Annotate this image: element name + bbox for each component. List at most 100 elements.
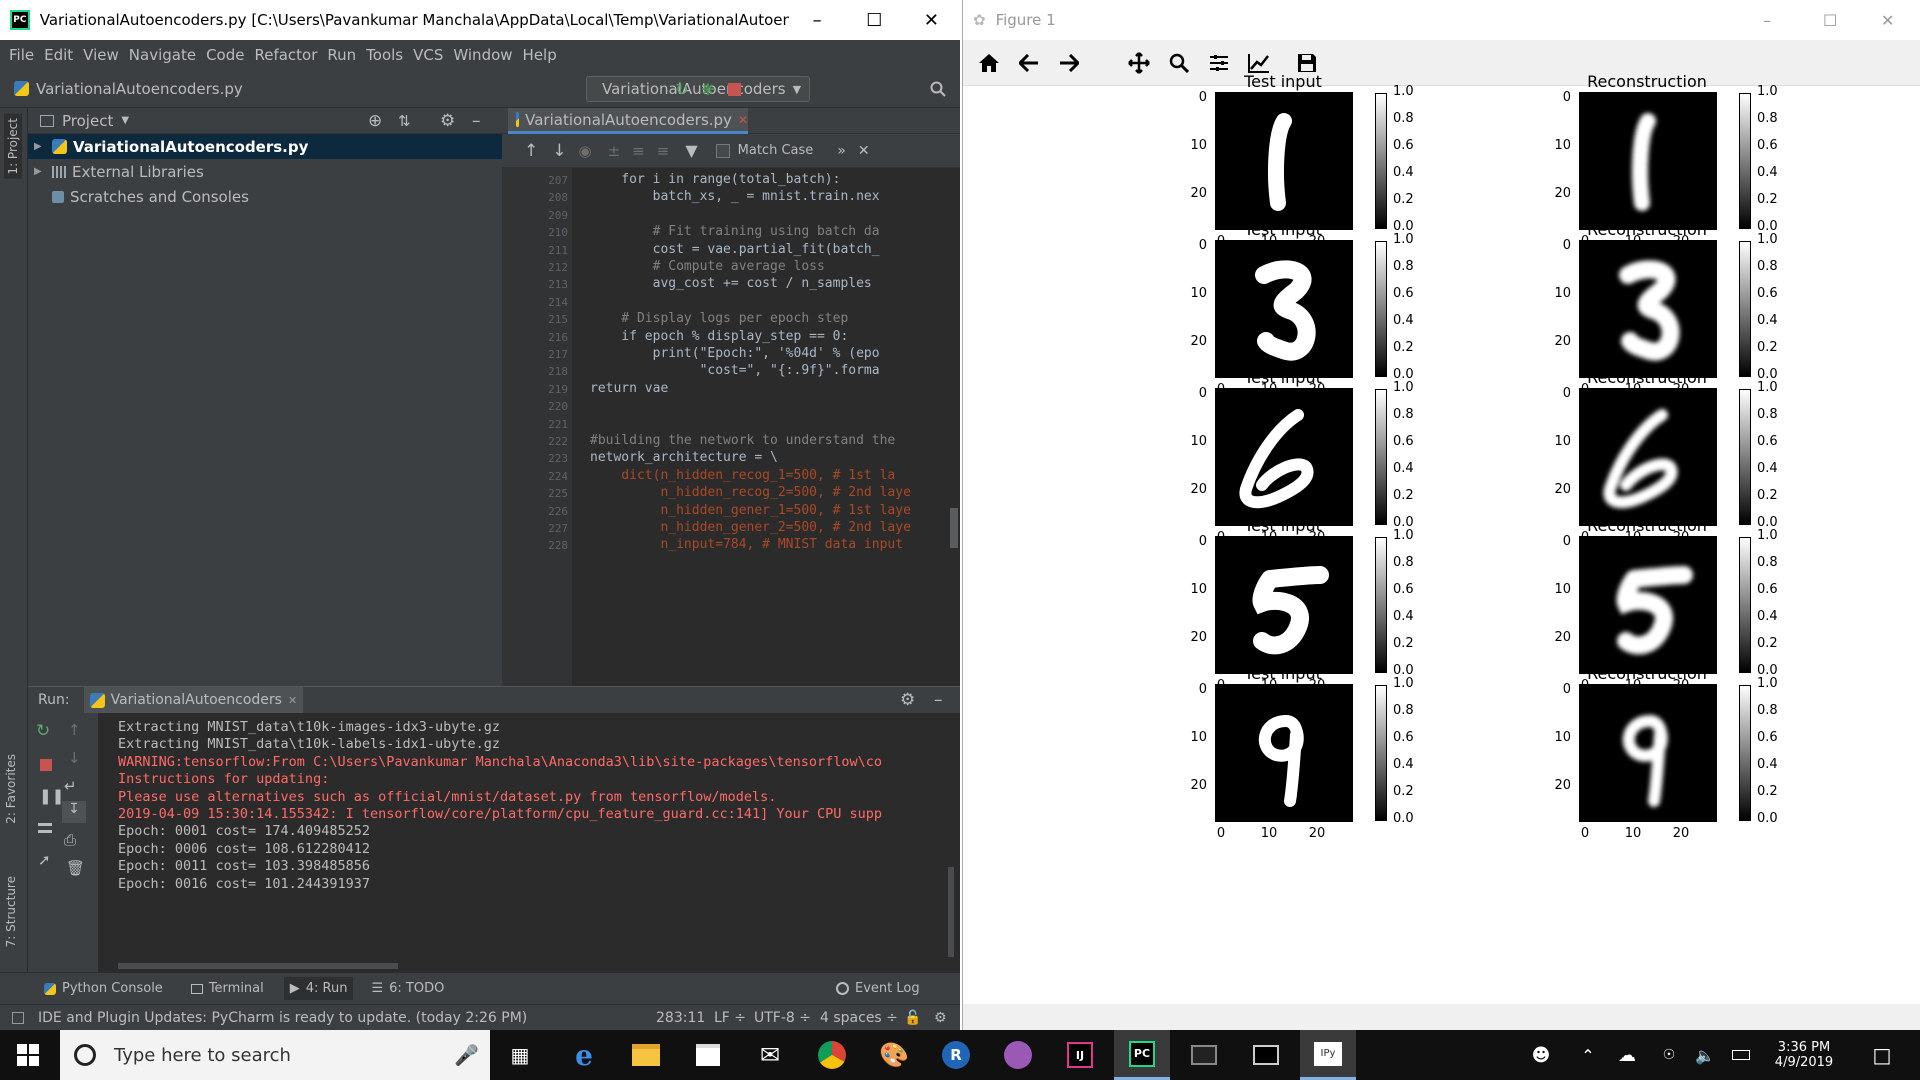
- menu-help[interactable]: Help: [518, 46, 562, 64]
- soft-wrap-icon[interactable]: ↵: [64, 777, 77, 795]
- todo-tab[interactable]: ☰ 6: TODO: [371, 981, 444, 996]
- code-area[interactable]: for i in range(total_batch): batch_xs, _…: [572, 168, 960, 686]
- favorites-tool-tab[interactable]: 2: Favorites: [4, 754, 18, 824]
- intellij-icon[interactable]: IJ: [1052, 1030, 1108, 1080]
- start-button[interactable]: [0, 1030, 56, 1080]
- menu-code[interactable]: Code: [201, 46, 249, 64]
- terminal-tab[interactable]: Terminal: [190, 981, 264, 996]
- people-icon[interactable]: ☻: [1526, 1030, 1556, 1080]
- tree-item-scratches[interactable]: Scratches and Consoles: [28, 184, 502, 209]
- menu-refactor[interactable]: Refactor: [249, 46, 322, 64]
- close-tab-icon[interactable]: ✕: [288, 694, 297, 707]
- taskbar-search-box[interactable]: Type here to search 🎤: [60, 1030, 490, 1080]
- run-tab[interactable]: VariationalAutoencoders ✕: [83, 687, 304, 713]
- rerun-icon[interactable]: ↻: [672, 79, 692, 99]
- up-arrow-icon[interactable]: ↑: [68, 721, 81, 739]
- trash-icon[interactable]: 🗑: [66, 859, 85, 877]
- task-view-icon[interactable]: ▦: [492, 1030, 548, 1080]
- maximize-button[interactable]: ☐: [846, 0, 903, 40]
- github-icon[interactable]: [990, 1030, 1046, 1080]
- menu-vcs[interactable]: VCS: [408, 46, 448, 64]
- layout-icon[interactable]: [38, 823, 52, 833]
- r-app-icon[interactable]: R: [928, 1030, 984, 1080]
- file-encoding[interactable]: UTF-8 ÷: [754, 1010, 811, 1026]
- select-all-icon[interactable]: ≡: [657, 142, 670, 160]
- editor-scrollbar[interactable]: [950, 508, 958, 548]
- structure-tool-tab[interactable]: 7: Structure: [4, 876, 18, 947]
- find-options-icon[interactable]: ◉: [579, 142, 592, 160]
- menu-tools[interactable]: Tools: [361, 46, 408, 64]
- cmd-icon[interactable]: [1176, 1030, 1232, 1080]
- project-tool-tab[interactable]: 1: Project: [4, 114, 22, 179]
- onedrive-icon[interactable]: ☁: [1612, 1030, 1642, 1080]
- search-everywhere-icon[interactable]: [928, 79, 948, 99]
- file-explorer-icon[interactable]: [618, 1030, 674, 1080]
- scroll-to-end-icon[interactable]: ↧: [62, 801, 86, 823]
- status-message[interactable]: IDE and Plugin Updates: PyCharm is ready…: [38, 1010, 527, 1026]
- stop-icon[interactable]: [724, 79, 744, 99]
- volume-icon[interactable]: 🔈: [1692, 1030, 1718, 1080]
- project-view-selector[interactable]: Project ▼: [40, 112, 129, 130]
- store-icon[interactable]: [680, 1030, 736, 1080]
- chrome-icon[interactable]: [804, 1030, 860, 1080]
- console-output[interactable]: Extracting MNIST_data\t10k-images-idx3-u…: [118, 713, 960, 973]
- mail-icon[interactable]: ✉: [742, 1030, 798, 1080]
- locate-icon[interactable]: ⊕: [368, 111, 382, 131]
- battery-icon[interactable]: [1728, 1030, 1754, 1080]
- menu-file[interactable]: File: [4, 46, 39, 64]
- home-icon[interactable]: [969, 43, 1009, 83]
- collapse-all-icon[interactable]: ⇅: [398, 112, 411, 130]
- console-vscrollbar[interactable]: [948, 867, 954, 957]
- pause-icon[interactable]: ❚❚: [39, 787, 64, 805]
- gear-icon[interactable]: ⚙: [440, 111, 455, 131]
- edge-icon[interactable]: e: [556, 1030, 612, 1080]
- paint-icon[interactable]: 🎨: [866, 1030, 922, 1080]
- stop-icon[interactable]: [40, 759, 52, 771]
- forward-arrow-icon[interactable]: [1049, 43, 1089, 83]
- menu-edit[interactable]: Edit: [39, 46, 78, 64]
- close-button[interactable]: ✕: [1881, 11, 1894, 30]
- expand-arrow-icon[interactable]: ▶: [34, 141, 44, 152]
- python-console-tab[interactable]: Python Console: [44, 981, 163, 996]
- tree-item-external-libraries[interactable]: ▶ External Libraries: [28, 159, 502, 184]
- indent-setting[interactable]: 4 spaces ÷: [820, 1010, 898, 1026]
- figure-canvas[interactable]: Test input 0 10 20 0 10 20 1.0 0.8 0.6 0.4 0.2 0.0 Re…: [963, 72, 1920, 998]
- down-arrow-icon[interactable]: ↓: [68, 749, 81, 767]
- previous-occurrence-icon[interactable]: ↑: [524, 141, 538, 161]
- pycharm-taskbar-icon[interactable]: PC: [1114, 1030, 1170, 1080]
- more-options-icon[interactable]: »: [837, 143, 846, 159]
- add-selection-icon[interactable]: ±: [608, 142, 621, 160]
- minimize-button[interactable]: –: [1763, 11, 1771, 30]
- close-button[interactable]: ✕: [903, 0, 960, 40]
- event-log-tab[interactable]: Event Log: [836, 981, 920, 996]
- pan-icon[interactable]: [1119, 43, 1159, 83]
- menu-navigate[interactable]: Navigate: [124, 46, 201, 64]
- close-tab-icon[interactable]: ✕: [738, 113, 748, 127]
- hide-panel-icon[interactable]: –: [934, 690, 943, 710]
- maximize-button[interactable]: ☐: [1823, 11, 1837, 30]
- next-occurrence-icon[interactable]: ↓: [552, 141, 566, 161]
- lock-icon[interactable]: 🔓: [904, 1010, 921, 1026]
- caret-position[interactable]: 283:11: [656, 1010, 705, 1026]
- editor-tab[interactable]: VariationalAutoencoders.py ✕: [508, 108, 748, 134]
- microphone-icon[interactable]: 🎤: [454, 1043, 479, 1067]
- expand-arrow-icon[interactable]: ▶: [34, 166, 44, 177]
- python-figure-icon[interactable]: IPy: [1300, 1030, 1356, 1080]
- pin-icon[interactable]: ➚: [38, 851, 51, 869]
- remove-selection-icon[interactable]: ≡: [632, 142, 645, 160]
- gear-icon[interactable]: ⚙: [900, 690, 915, 710]
- zoom-icon[interactable]: [1159, 43, 1199, 83]
- console-hscrollbar[interactable]: [118, 963, 398, 969]
- notifications-icon[interactable]: □: [1864, 1030, 1900, 1080]
- run-tool-tab[interactable]: ▶ 4: Run: [283, 977, 354, 1000]
- minimize-button[interactable]: –: [789, 0, 846, 40]
- status-toggle-icon[interactable]: [12, 1011, 24, 1024]
- close-find-icon[interactable]: ✕: [858, 143, 870, 159]
- inspector-icon[interactable]: ⚙: [934, 1010, 947, 1026]
- breadcrumb[interactable]: VariationalAutoencoders.py: [14, 80, 243, 98]
- hide-panel-icon[interactable]: –: [472, 111, 481, 131]
- clock[interactable]: 3:36 PM 4/9/2019: [1764, 1030, 1844, 1080]
- menu-window[interactable]: Window: [448, 46, 517, 64]
- tree-item-file[interactable]: ▶ VariationalAutoencoders.py: [28, 134, 502, 159]
- print-icon[interactable]: ⎙: [64, 831, 76, 849]
